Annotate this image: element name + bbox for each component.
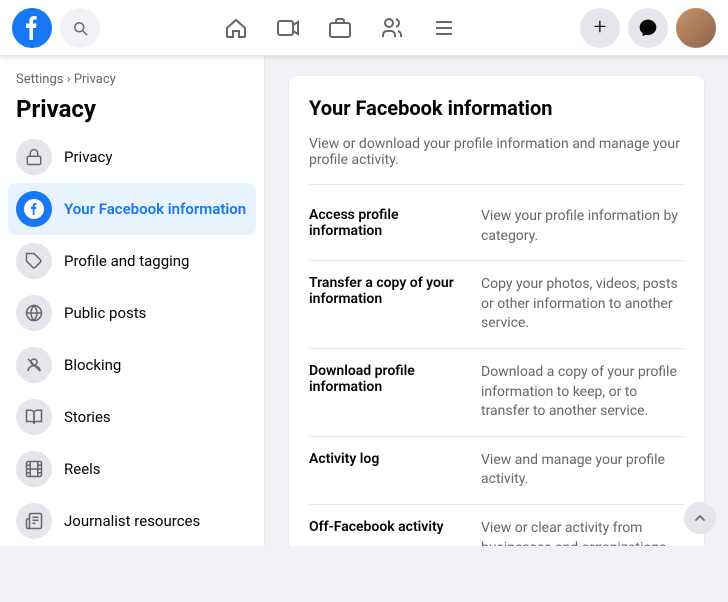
nav-center (212, 4, 468, 52)
sidebar-item-label: Reels (64, 460, 101, 478)
info-row-description: View or clear activity from businesses a… (481, 519, 684, 546)
info-row-description: Download a copy of your profile informat… (481, 363, 684, 422)
block-icon (25, 356, 43, 374)
info-row-label: Download profile information (309, 363, 469, 422)
info-row-off-facebook[interactable]: Off-Facebook activity View or clear activ… (309, 505, 684, 546)
settings-link[interactable]: Settings › Privacy (16, 72, 116, 87)
sidebar-item-reels[interactable]: Reels (8, 443, 256, 495)
messenger-button[interactable] (628, 8, 668, 48)
sidebar-item-label: Stories (64, 408, 111, 426)
content-card: Your Facebook information View or downlo… (289, 76, 704, 546)
facebook-logo[interactable] (12, 8, 52, 48)
groups-icon (380, 16, 404, 40)
search-icon (71, 19, 89, 37)
sidebar-item-profile-and-tagging[interactable]: Profile and tagging (8, 235, 256, 287)
info-row-label: Activity log (309, 451, 469, 490)
sidebar-item-label: Profile and tagging (64, 252, 189, 270)
sidebar-item-blocking[interactable]: Blocking (8, 339, 256, 391)
sidebar-item-your-facebook-information[interactable]: Your Facebook information (8, 183, 256, 235)
video-nav-button[interactable] (264, 4, 312, 52)
info-row-download-profile[interactable]: Download profile informationDownload a c… (309, 349, 684, 437)
sidebar-item-journalist-resources[interactable]: Journalist resources (8, 495, 256, 546)
video-icon (276, 16, 300, 40)
menu-icon (432, 16, 456, 40)
newspaper-icon (25, 512, 43, 530)
film-icon (25, 460, 43, 478)
sidebar-item-public-posts[interactable]: Public posts (8, 287, 256, 339)
info-rows-container: Access profile information View your prof… (309, 193, 684, 546)
content-subtitle: View or download your profile informatio… (309, 136, 684, 185)
profile-and-tagging-icon (16, 243, 52, 279)
book-icon (25, 408, 43, 426)
info-row-label: Transfer a copy of your information (309, 275, 469, 334)
messenger-icon (638, 18, 658, 38)
info-row-description: View your profile information by categor… (481, 207, 684, 246)
globe-icon (25, 304, 43, 322)
home-nav-button[interactable] (212, 4, 260, 52)
sidebar-item-label: Blocking (64, 356, 121, 374)
stories-icon (16, 399, 52, 435)
scroll-to-top-button[interactable] (684, 502, 716, 534)
store-nav-button[interactable] (316, 4, 364, 52)
search-button[interactable] (60, 8, 100, 48)
info-row-transfer-copy[interactable]: Transfer a copy of your informationCopy … (309, 261, 684, 349)
info-row-label: Access profile information (309, 207, 469, 246)
nav-left (12, 8, 100, 48)
sidebar-item-label: Your Facebook information (64, 200, 246, 218)
nav-right: + (580, 8, 716, 48)
privacy-icon (16, 139, 52, 175)
public-posts-icon (16, 295, 52, 331)
blocking-icon (16, 347, 52, 383)
your-facebook-information-icon (16, 191, 52, 227)
store-icon (328, 16, 352, 40)
groups-nav-button[interactable] (368, 4, 416, 52)
avatar[interactable] (676, 8, 716, 48)
info-row-description: View and manage your profile activity. (481, 451, 684, 490)
top-navigation: + (0, 0, 728, 56)
sidebar-item-stories[interactable]: Stories (8, 391, 256, 443)
main-content: Your Facebook information View or downlo… (265, 56, 728, 546)
tag-icon (25, 252, 43, 270)
sidebar-item-privacy[interactable]: Privacy (8, 131, 256, 183)
sidebar-items-container: Privacy Your Facebook information Profile … (0, 131, 264, 546)
journalist-resources-icon (16, 503, 52, 539)
lock-icon (25, 148, 43, 166)
info-row-access-profile[interactable]: Access profile information View your prof… (309, 193, 684, 261)
chevron-up-icon (692, 510, 708, 526)
info-row-description: Copy your photos, videos, posts or other… (481, 275, 684, 334)
info-row-activity-log[interactable]: Activity log View and manage your profile… (309, 437, 684, 505)
sidebar-title: Privacy (0, 91, 264, 131)
page-title: Your Facebook information (309, 96, 684, 120)
sidebar-item-label: Journalist resources (64, 512, 200, 530)
menu-nav-button[interactable] (420, 4, 468, 52)
info-row-label: Off-Facebook activity (309, 519, 469, 546)
add-button[interactable]: + (580, 8, 620, 48)
home-icon (224, 16, 248, 40)
reels-icon (16, 451, 52, 487)
breadcrumb: Settings › Privacy (0, 64, 264, 91)
sidebar-item-label: Privacy (64, 148, 112, 166)
page-container: Settings › Privacy Privacy Privacy Your F… (0, 56, 728, 546)
sidebar-item-label: Public posts (64, 304, 146, 322)
sidebar: Settings › Privacy Privacy Privacy Your F… (0, 56, 265, 546)
